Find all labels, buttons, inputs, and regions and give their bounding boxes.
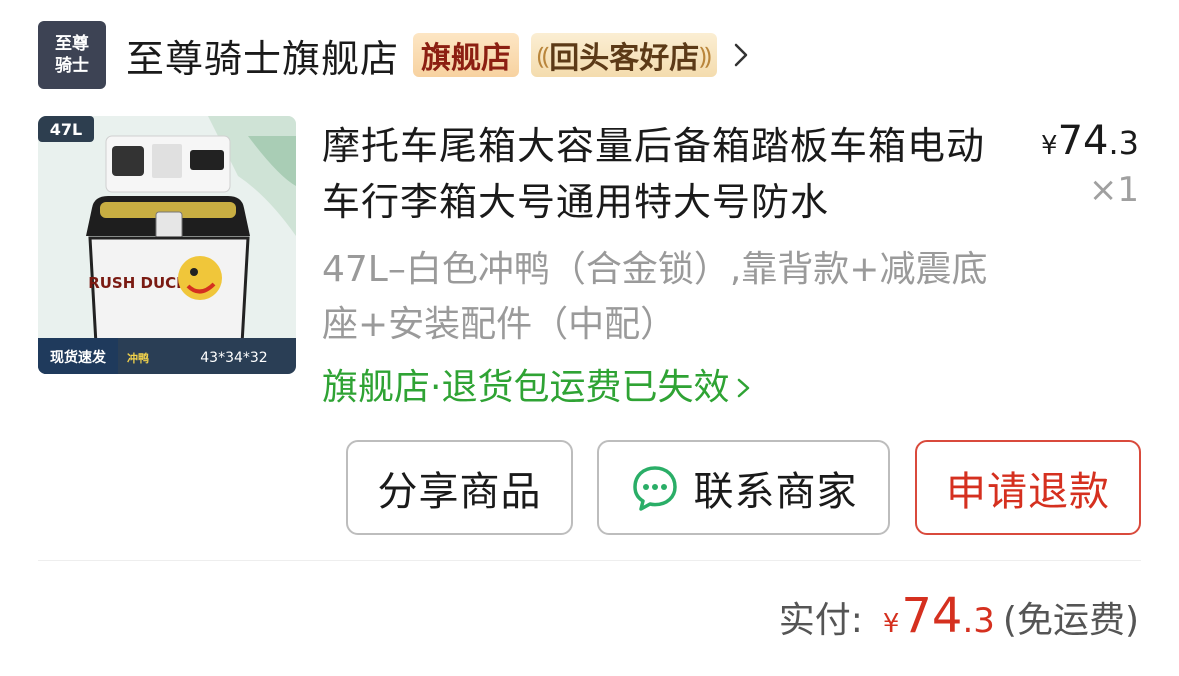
laurel-left-icon: ⸨ (537, 41, 550, 70)
top-case-illustration: 47L RUSH DUCK 现货速发 冲鸭 43*34*32 (38, 116, 296, 374)
request-refund-button[interactable]: 申请退款 (915, 440, 1141, 535)
share-product-label: 分享商品 (377, 468, 542, 515)
paid-currency: ¥ (882, 609, 900, 639)
chevron-right-icon[interactable] (733, 40, 749, 70)
share-product-button[interactable]: 分享商品 (346, 440, 573, 535)
shipping-note: (免运费) (1002, 600, 1139, 641)
size-tag: 47L (50, 120, 82, 139)
paid-integer: 74 (901, 588, 963, 644)
return-shipping-note[interactable]: 旗舰店·退货包运费已失效 (322, 360, 753, 416)
order-card: 至尊 骑士 至尊骑士旗舰店 旗舰店 ⸨ 回头客好店 ⸩ 47L RUSH DUC… (0, 0, 1179, 676)
paid-decimal: .3 (962, 601, 995, 641)
store-header[interactable]: 至尊 骑士 至尊骑士旗舰店 旗舰店 ⸨ 回头客好店 ⸩ (38, 20, 749, 90)
flagship-badge: 旗舰店 (413, 33, 520, 77)
chevron-right-icon (738, 378, 750, 398)
unit-price: ¥74.3 (1041, 118, 1139, 164)
product-image[interactable]: 47L RUSH DUCK 现货速发 冲鸭 43*34*32 (38, 116, 296, 374)
unit-price-currency: ¥ (1041, 131, 1058, 161)
quantity: ×1 (1088, 170, 1139, 210)
return-shipping-note-label: 旗舰店·退货包运费已失效 (322, 367, 730, 408)
store-logo[interactable]: 至尊 骑士 (38, 21, 106, 89)
laurel-right-icon: ⸩ (699, 41, 712, 70)
unit-price-integer: 74 (1057, 118, 1109, 164)
request-refund-label: 申请退款 (946, 468, 1110, 515)
divider (38, 560, 1141, 561)
contact-seller-button[interactable]: 联系商家 (597, 440, 890, 535)
store-name[interactable]: 至尊骑士旗舰店 (126, 28, 399, 83)
contact-seller-label: 联系商家 (693, 468, 858, 515)
dimensions-label: 43*34*32 (200, 350, 267, 366)
paid-label: 实付: (778, 600, 863, 641)
product-variant: 47L–白色冲鸭（合金锁）,靠背款+减震底座+安装配件（中配） (322, 249, 988, 345)
brand-text: RUSH DUCK (88, 274, 189, 292)
repeat-customer-badge: ⸨ 回头客好店 ⸩ (531, 33, 718, 77)
unit-price-decimal: .3 (1108, 124, 1139, 162)
style-label: 冲鸭 (127, 351, 149, 365)
repeat-customer-label: 回头客好店 (549, 41, 700, 76)
product-title[interactable]: 摩托车尾箱大容量后备箱踏板车箱电动车行李箱大号通用特大号防水 (322, 118, 1002, 230)
stock-label: 现货速发 (50, 349, 107, 366)
chat-bubble-icon (632, 465, 677, 511)
paid-total: 实付: ¥ 74 .3 (免运费) (779, 588, 1139, 644)
